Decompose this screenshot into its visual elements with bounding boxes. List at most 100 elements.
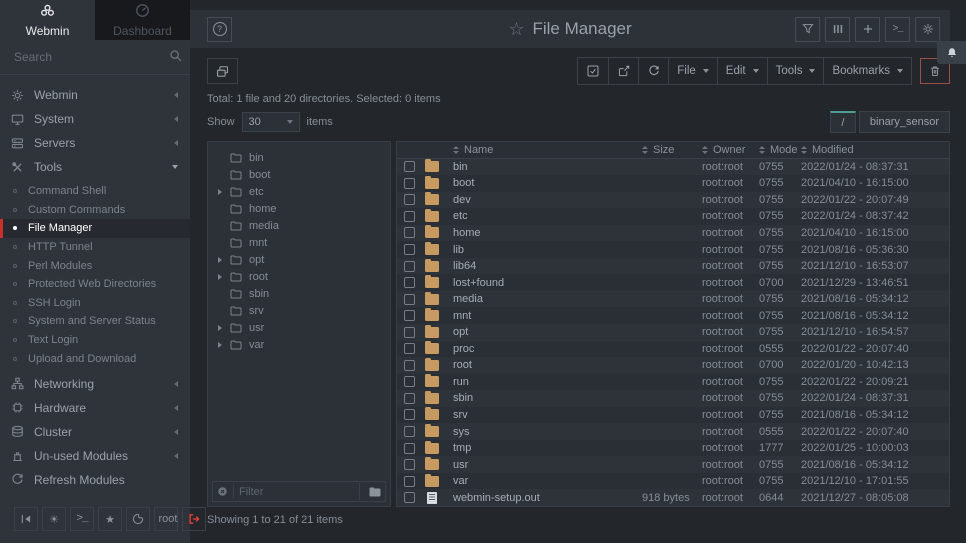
- open-in-new-button[interactable]: [608, 58, 638, 84]
- file-name[interactable]: bin: [453, 161, 642, 173]
- row-checkbox[interactable]: [404, 178, 415, 189]
- file-name[interactable]: opt: [453, 326, 642, 338]
- sidebar-item-hardware[interactable]: Hardware: [0, 396, 190, 420]
- table-row[interactable]: etc root:root 0755 2022/01/24 - 08:37:42: [397, 208, 949, 225]
- new-tab-button[interactable]: [855, 17, 880, 42]
- table-row[interactable]: srv root:root 0755 2021/08/16 - 05:34:12: [397, 407, 949, 424]
- file-name[interactable]: lost+found: [453, 277, 642, 289]
- table-row[interactable]: var root:root 0755 2021/12/10 - 17:01:55: [397, 473, 949, 490]
- sidebar-subitem[interactable]: System and Server Status: [0, 312, 190, 331]
- tree-item[interactable]: srv: [208, 302, 390, 319]
- row-checkbox[interactable]: [404, 426, 415, 437]
- row-checkbox[interactable]: [404, 227, 415, 238]
- table-row[interactable]: lib root:root 0755 2021/08/16 - 05:36:30: [397, 241, 949, 258]
- row-checkbox[interactable]: [404, 476, 415, 487]
- bookmarks-menu-button[interactable]: Bookmarks: [823, 58, 911, 84]
- search-input[interactable]: [14, 50, 169, 64]
- help-button[interactable]: ?: [207, 17, 232, 42]
- collapse-sidebar-button[interactable]: [14, 507, 38, 531]
- sidebar-subitem[interactable]: Perl Modules: [0, 256, 190, 275]
- sidebar-subitem[interactable]: Command Shell: [0, 182, 190, 201]
- expand-arrow-icon[interactable]: [218, 342, 228, 348]
- tree-item[interactable]: opt: [208, 251, 390, 268]
- tree-item[interactable]: mnt: [208, 234, 390, 251]
- page-size-select[interactable]: 30: [242, 112, 300, 132]
- tree-item[interactable]: media: [208, 217, 390, 234]
- shell-button[interactable]: >_: [885, 17, 910, 42]
- user-button[interactable]: root: [154, 507, 178, 531]
- sidebar-subitem[interactable]: HTTP Tunnel: [0, 238, 190, 257]
- sidebar-item-unused-modules[interactable]: Un-used Modules: [0, 444, 190, 468]
- sidebar-item-servers[interactable]: Servers: [0, 131, 190, 155]
- column-header[interactable]: Mode: [759, 144, 801, 156]
- row-checkbox[interactable]: [404, 211, 415, 222]
- filter-button[interactable]: [795, 17, 820, 42]
- tree-item[interactable]: bin: [208, 149, 390, 166]
- clear-filter-icon[interactable]: [217, 486, 228, 497]
- file-name[interactable]: etc: [453, 210, 642, 222]
- sidebar-subitem[interactable]: SSH Login: [0, 294, 190, 313]
- sidebar-item-networking[interactable]: Networking: [0, 372, 190, 396]
- tree-item[interactable]: etc: [208, 183, 390, 200]
- tree-item[interactable]: home: [208, 200, 390, 217]
- file-name[interactable]: sbin: [453, 392, 642, 404]
- paste-buffer-button[interactable]: [207, 58, 238, 84]
- column-header[interactable]: Modified: [801, 144, 949, 156]
- file-name[interactable]: proc: [453, 343, 642, 355]
- file-name[interactable]: webmin-setup.out: [453, 492, 642, 504]
- table-row[interactable]: run root:root 0755 2022/01/22 - 20:09:21: [397, 374, 949, 391]
- table-row[interactable]: usr root:root 0755 2021/08/16 - 05:34:12: [397, 456, 949, 473]
- table-row[interactable]: root root:root 0700 2022/01/20 - 10:42:1…: [397, 357, 949, 374]
- column-header[interactable]: Owner: [702, 144, 759, 156]
- tree-item[interactable]: usr: [208, 319, 390, 336]
- file-name[interactable]: media: [453, 293, 642, 305]
- table-row[interactable]: media root:root 0755 2021/08/16 - 05:34:…: [397, 291, 949, 308]
- favorite-star-icon[interactable]: ☆: [508, 19, 524, 40]
- table-row[interactable]: sys root:root 0555 2022/01/22 - 20:07:40: [397, 423, 949, 440]
- theme-toggle-button[interactable]: ☀: [42, 507, 66, 531]
- row-checkbox[interactable]: [404, 409, 415, 420]
- sidebar-subitem[interactable]: Text Login: [0, 331, 190, 350]
- row-checkbox[interactable]: [404, 277, 415, 288]
- expand-arrow-icon[interactable]: [218, 189, 228, 195]
- row-checkbox[interactable]: [404, 492, 415, 503]
- terminal-button[interactable]: >_: [70, 507, 94, 531]
- row-checkbox[interactable]: [404, 194, 415, 205]
- sidebar-subitem[interactable]: Protected Web Directories: [0, 275, 190, 294]
- notifications-tab[interactable]: [937, 41, 966, 64]
- row-checkbox[interactable]: [404, 261, 415, 272]
- sidebar-item-system[interactable]: System: [0, 107, 190, 131]
- column-header[interactable]: Size: [642, 144, 702, 156]
- file-name[interactable]: dev: [453, 194, 642, 206]
- table-row[interactable]: tmp root:root 1777 2022/01/25 - 10:00:03: [397, 440, 949, 457]
- settings-button[interactable]: [915, 17, 940, 42]
- table-row[interactable]: sbin root:root 0755 2022/01/24 - 08:37:3…: [397, 390, 949, 407]
- select-all-button[interactable]: [578, 58, 608, 84]
- sidebar-subitem[interactable]: File Manager: [0, 219, 190, 238]
- file-name[interactable]: sys: [453, 426, 642, 438]
- sidebar-item-tools[interactable]: Tools: [0, 155, 190, 179]
- file-name[interactable]: usr: [453, 459, 642, 471]
- row-checkbox[interactable]: [404, 294, 415, 305]
- edit-menu-button[interactable]: Edit: [717, 58, 767, 84]
- file-name[interactable]: run: [453, 376, 642, 388]
- row-checkbox[interactable]: [404, 310, 415, 321]
- expand-arrow-icon[interactable]: [218, 274, 228, 280]
- expand-arrow-icon[interactable]: [218, 325, 228, 331]
- row-checkbox[interactable]: [404, 343, 415, 354]
- table-row[interactable]: opt root:root 0755 2021/12/10 - 16:54:57: [397, 324, 949, 341]
- file-name[interactable]: boot: [453, 177, 642, 189]
- row-checkbox[interactable]: [404, 393, 415, 404]
- sidebar-item-webmin[interactable]: Webmin: [0, 83, 190, 107]
- column-header[interactable]: Name: [453, 144, 642, 156]
- file-name[interactable]: lib64: [453, 260, 642, 272]
- expand-arrow-icon[interactable]: [218, 257, 228, 263]
- favorites-button[interactable]: ★: [98, 507, 122, 531]
- table-row[interactable]: dev root:root 0755 2022/01/22 - 20:07:49: [397, 192, 949, 209]
- table-row[interactable]: bin root:root 0755 2022/01/24 - 08:37:31: [397, 159, 949, 176]
- tab-webmin[interactable]: Webmin: [0, 0, 95, 40]
- row-checkbox[interactable]: [404, 360, 415, 371]
- file-name[interactable]: mnt: [453, 310, 642, 322]
- tree-item[interactable]: boot: [208, 166, 390, 183]
- table-row[interactable]: lost+found root:root 0700 2021/12/29 - 1…: [397, 274, 949, 291]
